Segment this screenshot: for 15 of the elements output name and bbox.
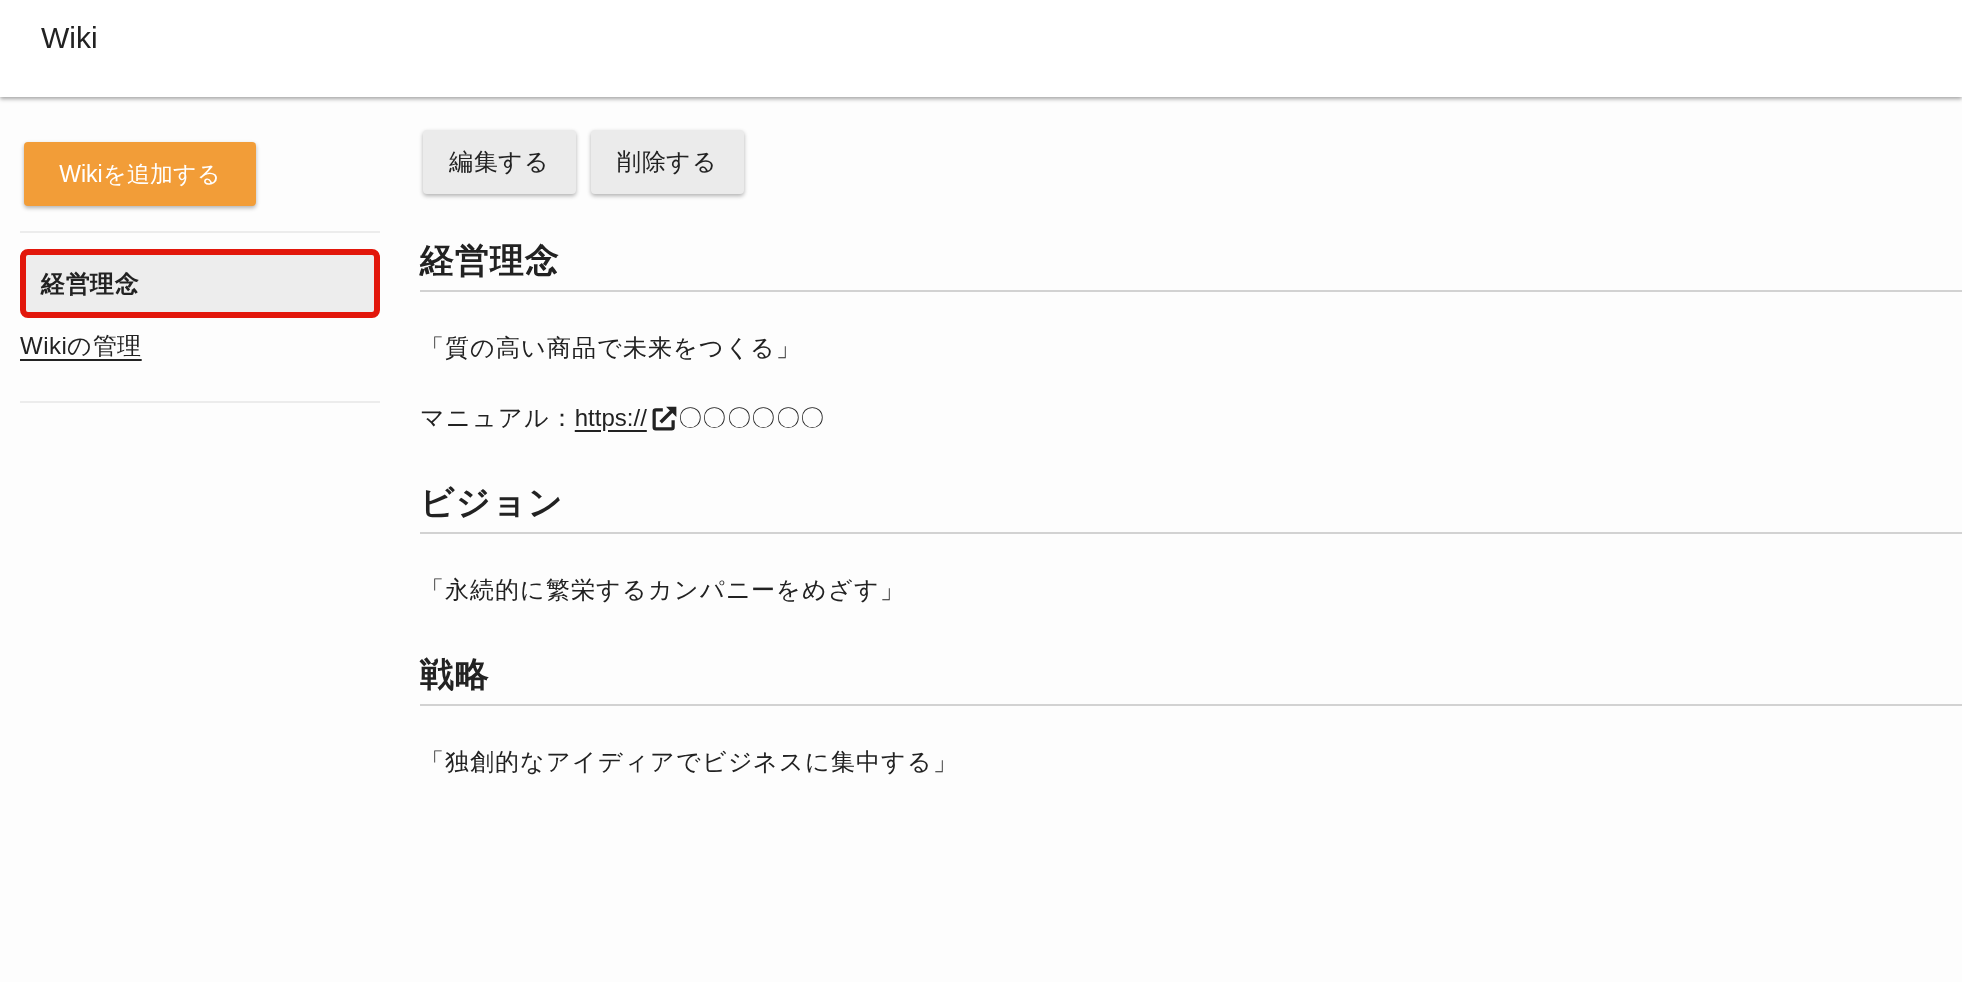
paragraph-text: 「独創的なアイディアでビジネスに集中する」 bbox=[420, 747, 959, 777]
paragraph-text: 「永続的に繁栄するカンパニーをめざす」 bbox=[420, 575, 906, 605]
sidebar-item[interactable]: 経営理念 bbox=[20, 249, 380, 318]
section-heading: 経営理念 bbox=[420, 240, 561, 281]
section-heading: 戦略 bbox=[420, 654, 491, 695]
manual-link[interactable]: https:// bbox=[574, 400, 647, 436]
masked-url-text: 〇〇〇〇〇〇 bbox=[677, 403, 825, 433]
external-link-icon[interactable] bbox=[651, 405, 678, 431]
app-title: Wiki bbox=[41, 20, 98, 56]
manual-label: マニュアル： bbox=[420, 403, 575, 433]
edit-button[interactable]: 編集する bbox=[423, 130, 576, 194]
delete-button[interactable]: 削除する bbox=[591, 130, 744, 194]
section-heading: ビジョン bbox=[420, 482, 565, 523]
manage-wiki-link[interactable]: Wikiの管理 bbox=[20, 330, 142, 362]
paragraph-text: 「質の高い商品で未来をつくる」 bbox=[420, 333, 802, 363]
